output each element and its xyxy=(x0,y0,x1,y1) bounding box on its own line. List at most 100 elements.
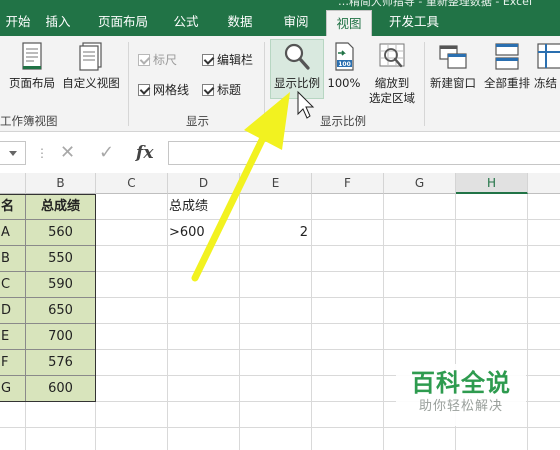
cell-d[interactable]: 总成绩 xyxy=(168,194,240,220)
cell-e[interactable] xyxy=(240,298,312,324)
cell-a[interactable]: G xyxy=(0,376,26,402)
cell-i[interactable] xyxy=(528,428,560,450)
cell-i[interactable] xyxy=(528,402,560,428)
cell-g[interactable] xyxy=(384,428,456,450)
column-header-h[interactable]: H xyxy=(456,173,528,194)
cell-i[interactable] xyxy=(528,324,560,350)
cell-b[interactable] xyxy=(26,402,96,428)
cell-h[interactable] xyxy=(456,194,528,220)
column-header[interactable] xyxy=(0,173,26,194)
confirm-entry-icon[interactable]: ✓ xyxy=(99,142,114,164)
cell-i[interactable] xyxy=(528,194,560,220)
cell-h[interactable] xyxy=(456,324,528,350)
cell-b[interactable]: 总成绩 xyxy=(26,194,96,220)
cell-f[interactable] xyxy=(312,402,384,428)
cell-b[interactable]: 650 xyxy=(26,298,96,324)
cell-a[interactable]: D xyxy=(0,298,26,324)
cell-h[interactable] xyxy=(456,220,528,246)
cell-f[interactable] xyxy=(312,376,384,402)
cell-g[interactable] xyxy=(384,298,456,324)
cell-a[interactable]: B xyxy=(0,246,26,272)
cell-g[interactable] xyxy=(384,220,456,246)
cell-e[interactable] xyxy=(240,376,312,402)
cell-f[interactable] xyxy=(312,350,384,376)
insert-function-icon[interactable]: fx xyxy=(136,142,153,164)
cell-a[interactable]: C xyxy=(0,272,26,298)
zoom-button[interactable]: 显示比例 xyxy=(270,39,324,99)
cell-d[interactable] xyxy=(168,376,240,402)
cell-b[interactable] xyxy=(26,428,96,450)
cell-d[interactable] xyxy=(168,350,240,376)
headings-checkbox[interactable]: 标题 xyxy=(202,82,241,98)
cell-e[interactable] xyxy=(240,428,312,450)
cell-d[interactable] xyxy=(168,324,240,350)
tab-page-layout[interactable]: 页面布局 xyxy=(90,8,156,36)
cell-a[interactable]: A xyxy=(0,220,26,246)
cell-f[interactable] xyxy=(312,246,384,272)
cell-d[interactable]: >600 xyxy=(168,220,240,246)
column-header-g[interactable]: G xyxy=(384,173,456,194)
cell-c[interactable] xyxy=(96,220,168,246)
column-header-c[interactable]: C xyxy=(96,173,168,194)
cell-a[interactable] xyxy=(0,402,26,428)
cell-e[interactable] xyxy=(240,402,312,428)
tab-view[interactable]: 视图 xyxy=(326,10,372,37)
page-layout-view-button[interactable]: 页面布局 xyxy=(6,40,58,91)
cell-c[interactable] xyxy=(96,350,168,376)
cell-c[interactable] xyxy=(96,324,168,350)
tab-developer[interactable]: 开发工具 xyxy=(382,8,446,36)
cell-a[interactable]: 名 xyxy=(0,194,26,220)
cell-d[interactable] xyxy=(168,246,240,272)
cell-f[interactable] xyxy=(312,272,384,298)
cell-e[interactable] xyxy=(240,350,312,376)
cell-i[interactable] xyxy=(528,246,560,272)
new-window-button[interactable]: 新建窗口 xyxy=(428,40,478,91)
zoom-100-button[interactable]: 100 100% xyxy=(326,40,362,91)
column-header[interactable] xyxy=(528,173,560,194)
tab-home[interactable]: 开始 xyxy=(0,8,36,36)
cell-b[interactable]: 550 xyxy=(26,246,96,272)
cell-f[interactable] xyxy=(312,298,384,324)
cell-g[interactable] xyxy=(384,324,456,350)
cell-e[interactable] xyxy=(240,324,312,350)
arrange-all-button[interactable]: 全部重排 xyxy=(482,40,532,91)
cell-i[interactable] xyxy=(528,376,560,402)
cell-i[interactable] xyxy=(528,350,560,376)
cell-d[interactable] xyxy=(168,272,240,298)
cell-f[interactable] xyxy=(312,220,384,246)
ruler-checkbox[interactable]: 标尺 xyxy=(138,52,177,68)
cell-b[interactable]: 560 xyxy=(26,220,96,246)
cell-e[interactable] xyxy=(240,246,312,272)
cell-c[interactable] xyxy=(96,194,168,220)
cell-h[interactable] xyxy=(456,272,528,298)
cell-c[interactable] xyxy=(96,246,168,272)
formula-bar-checkbox[interactable]: 编辑栏 xyxy=(202,52,253,68)
tab-formulas[interactable]: 公式 xyxy=(164,8,208,36)
cell-e[interactable] xyxy=(240,194,312,220)
column-header-d[interactable]: D xyxy=(168,173,240,194)
cell-a[interactable]: E xyxy=(0,324,26,350)
cell-b[interactable]: 576 xyxy=(26,350,96,376)
zoom-to-selection-button[interactable]: 缩放到 选定区域 xyxy=(364,40,420,106)
cell-e[interactable]: 2 xyxy=(240,220,312,246)
tab-data[interactable]: 数据 xyxy=(218,8,262,36)
cell-c[interactable] xyxy=(96,376,168,402)
gridlines-checkbox[interactable]: 网格线 xyxy=(138,82,189,98)
column-header-e[interactable]: E xyxy=(240,173,312,194)
cell-c[interactable] xyxy=(96,428,168,450)
cell-h[interactable] xyxy=(456,428,528,450)
cell-h[interactable] xyxy=(456,298,528,324)
cell-i[interactable] xyxy=(528,298,560,324)
tab-insert[interactable]: 插入 xyxy=(36,8,80,36)
cell-f[interactable] xyxy=(312,324,384,350)
tab-review[interactable]: 审阅 xyxy=(274,8,318,36)
name-box-dropdown-icon[interactable] xyxy=(8,150,18,157)
cell-c[interactable] xyxy=(96,298,168,324)
cell-a[interactable] xyxy=(0,428,26,450)
cell-f[interactable] xyxy=(312,428,384,450)
cell-d[interactable] xyxy=(168,428,240,450)
cell-b[interactable]: 700 xyxy=(26,324,96,350)
cell-h[interactable] xyxy=(456,246,528,272)
cancel-entry-icon[interactable]: ✕ xyxy=(60,142,75,164)
cell-g[interactable] xyxy=(384,272,456,298)
